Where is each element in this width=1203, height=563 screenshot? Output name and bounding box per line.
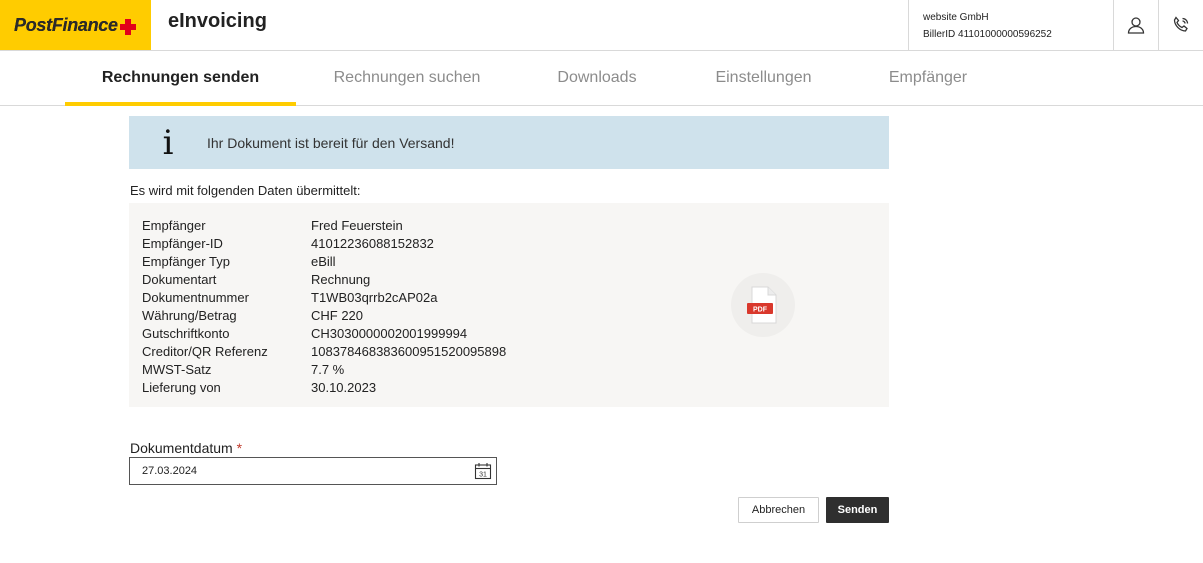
app-title: eInvoicing [168,10,267,32]
detail-row: Empfänger-ID 41012236088152832 [142,235,434,251]
tab-rechnungen-senden[interactable]: Rechnungen senden [65,51,296,106]
tab-rechnungen-suchen[interactable]: Rechnungen suchen [316,51,498,105]
send-button[interactable]: Senden [826,497,889,523]
date-value: 27.03.2024 [142,465,198,477]
detail-row: MWST-Satz 7.7 % [142,361,345,377]
tab-downloads[interactable]: Downloads [537,51,657,105]
detail-row: Dokumentart Rechnung [142,271,371,287]
detail-row: Dokumentnummer T1WB03qrrb2cAP02a [142,289,438,305]
banner-message: Ihr Dokument ist bereit für den Versand! [207,134,455,151]
contact-phone-button[interactable] [1158,0,1203,50]
transmission-intro: Es wird mit folgenden Daten übermittelt: [130,183,361,198]
user-icon [1127,17,1145,34]
calendar-icon[interactable]: 31 [474,462,492,480]
document-date-label: Dokumentdatum * [130,440,243,456]
detail-row: Währung/Betrag CHF 220 [142,307,364,323]
detail-row: Empfänger Typ eBill [142,253,336,269]
tab-einstellungen[interactable]: Einstellungen [695,51,832,105]
main-navigation: Rechnungen senden Rechnungen suchen Down… [0,51,1203,106]
pdf-label: PDF [753,307,768,314]
details-list: Empfänger Fred Feuerstein Empfänger-ID 410… [142,216,506,396]
biller-info: website GmbH BillerID 41101000000596252 [908,0,1113,50]
info-banner: i Ihr Dokument ist bereit für den Versan… [129,116,889,169]
tab-empfaenger[interactable]: Empfänger [870,51,986,105]
phone-icon [1173,16,1189,32]
detail-row: Creditor/QR Referenz 10837846838360095152… [142,343,507,359]
calendar-day: 31 [479,472,487,479]
app-header: PostFinance eInvoicing website GmbH Bill… [0,0,1203,51]
detail-row: Gutschriftkonto CH3030000002001999994 [142,325,468,341]
pdf-file-icon: PDF [747,286,777,324]
document-date-input[interactable]: 27.03.2024 31 [129,457,497,485]
swiss-cross-icon [119,19,136,35]
postfinance-logo[interactable]: PostFinance [0,0,151,50]
detail-row: Empfänger Fred Feuerstein [142,217,403,233]
user-profile-button[interactable] [1113,0,1158,50]
document-details-panel: Empfänger Fred Feuerstein Empfänger-ID 410… [129,203,889,407]
logo-wordmark: PostFinance [14,14,118,35]
info-icon: i [162,122,174,163]
biller-id: BillerID 41101000000596252 [923,29,1052,40]
required-mark: * [236,440,243,456]
company-name: website GmbH [923,12,989,23]
detail-row: Lieferung von 30.10.2023 [142,379,377,395]
pdf-preview-button[interactable]: PDF [731,273,795,337]
cancel-button[interactable]: Abbrechen [738,497,819,523]
